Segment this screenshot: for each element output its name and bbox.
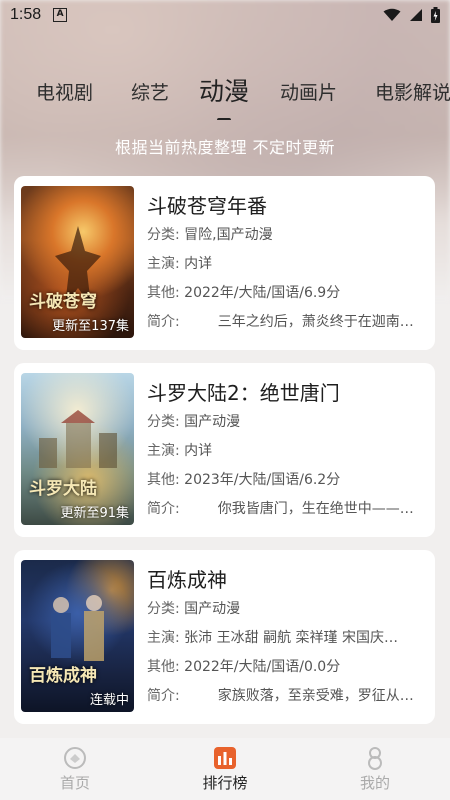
battery-icon xyxy=(431,7,440,23)
list-item[interactable]: 斗罗大陆 更新至91集 斗罗大陆2：绝世唐门 分类: 国产动漫 主演: 内详 其… xyxy=(14,363,435,537)
item-title[interactable]: 斗破苍穹年番 xyxy=(147,190,267,219)
item-cast: 主演: 内详 xyxy=(147,256,213,272)
status-badge: 连载中 xyxy=(89,693,129,708)
list-item[interactable]: 百炼成神 连载中 百炼成神 分类: 国产动漫 主演: 张沛 王冰甜 嗣航 栾祥瑾… xyxy=(14,550,435,724)
tab-anime-label: 动漫 xyxy=(199,77,250,106)
poster-art xyxy=(39,410,117,468)
nav-ranking-label: 排行榜 xyxy=(202,774,248,792)
home-icon xyxy=(64,747,86,769)
notification-a-icon: A xyxy=(53,8,68,22)
list-item[interactable]: 斗破苍穹 更新至137集 斗破苍穹年番 分类: 冒险,国产动漫 主演: 内详 其… xyxy=(14,176,435,350)
item-title[interactable]: 斗罗大陆2：绝世唐门 xyxy=(147,377,340,406)
ranking-subtitle: 根据当前热度整理 不定时更新 xyxy=(114,138,336,157)
tab-anime[interactable]: 动漫 xyxy=(199,72,250,120)
tab-movie-commentary[interactable]: 电影解说 xyxy=(375,78,450,105)
status-time: 1:58 xyxy=(10,6,42,23)
bottom-nav: 首页 排行榜 我的 xyxy=(0,738,450,800)
tab-active-indicator xyxy=(217,118,232,120)
poster-image: 斗破苍穹 更新至137集 xyxy=(21,186,134,338)
poster-logo: 斗罗大陆 xyxy=(29,479,97,499)
item-cast: 主演: 张沛 王冰甜 嗣航 栾祥瑾 宋国庆… xyxy=(147,630,398,646)
episode-badge: 更新至137集 xyxy=(52,319,129,334)
item-category: 分类: 冒险,国产动漫 xyxy=(147,227,273,243)
item-intro: 简介: 三年之约后，萧炎终于在迦南… xyxy=(147,314,414,330)
item-other: 其他: 2022年/大陆/国语/0.0分 xyxy=(147,659,341,675)
poster-image: 百炼成神 连载中 xyxy=(21,560,134,712)
status-bar: 1:58 A xyxy=(0,0,450,30)
signal-icon xyxy=(410,9,422,21)
nav-profile-label: 我的 xyxy=(359,774,390,792)
item-intro: 简介: 家族败落，至亲受难，罗征从… xyxy=(147,688,414,704)
category-tabs: 电视剧 综艺 动漫 动画片 电影解说 xyxy=(0,70,450,120)
profile-icon xyxy=(368,747,382,770)
item-cast: 主演: 内详 xyxy=(147,443,213,459)
poster-logo: 斗破苍穹 xyxy=(29,292,97,312)
tab-cartoon[interactable]: 动画片 xyxy=(280,78,337,105)
nav-profile[interactable]: 我的 xyxy=(300,738,450,800)
status-icons xyxy=(383,7,440,23)
item-category: 分类: 国产动漫 xyxy=(147,414,241,430)
item-title[interactable]: 百炼成神 xyxy=(147,564,227,593)
ranking-icon xyxy=(214,747,236,769)
item-intro: 简介: 你我皆唐门，生在绝世中——… xyxy=(147,501,414,517)
poster-logo: 百炼成神 xyxy=(29,666,97,686)
wifi-icon xyxy=(383,8,401,21)
tab-tv-series[interactable]: 电视剧 xyxy=(36,78,93,105)
item-other: 其他: 2023年/大陆/国语/6.2分 xyxy=(147,472,341,488)
nav-ranking[interactable]: 排行榜 xyxy=(150,738,300,800)
poster-image: 斗罗大陆 更新至91集 xyxy=(21,373,134,525)
item-category: 分类: 国产动漫 xyxy=(147,601,241,617)
episode-badge: 更新至91集 xyxy=(60,506,129,521)
item-other: 其他: 2022年/大陆/国语/6.9分 xyxy=(147,285,341,301)
nav-home[interactable]: 首页 xyxy=(0,738,150,800)
nav-home-label: 首页 xyxy=(59,774,90,792)
tab-variety[interactable]: 综艺 xyxy=(131,78,169,105)
